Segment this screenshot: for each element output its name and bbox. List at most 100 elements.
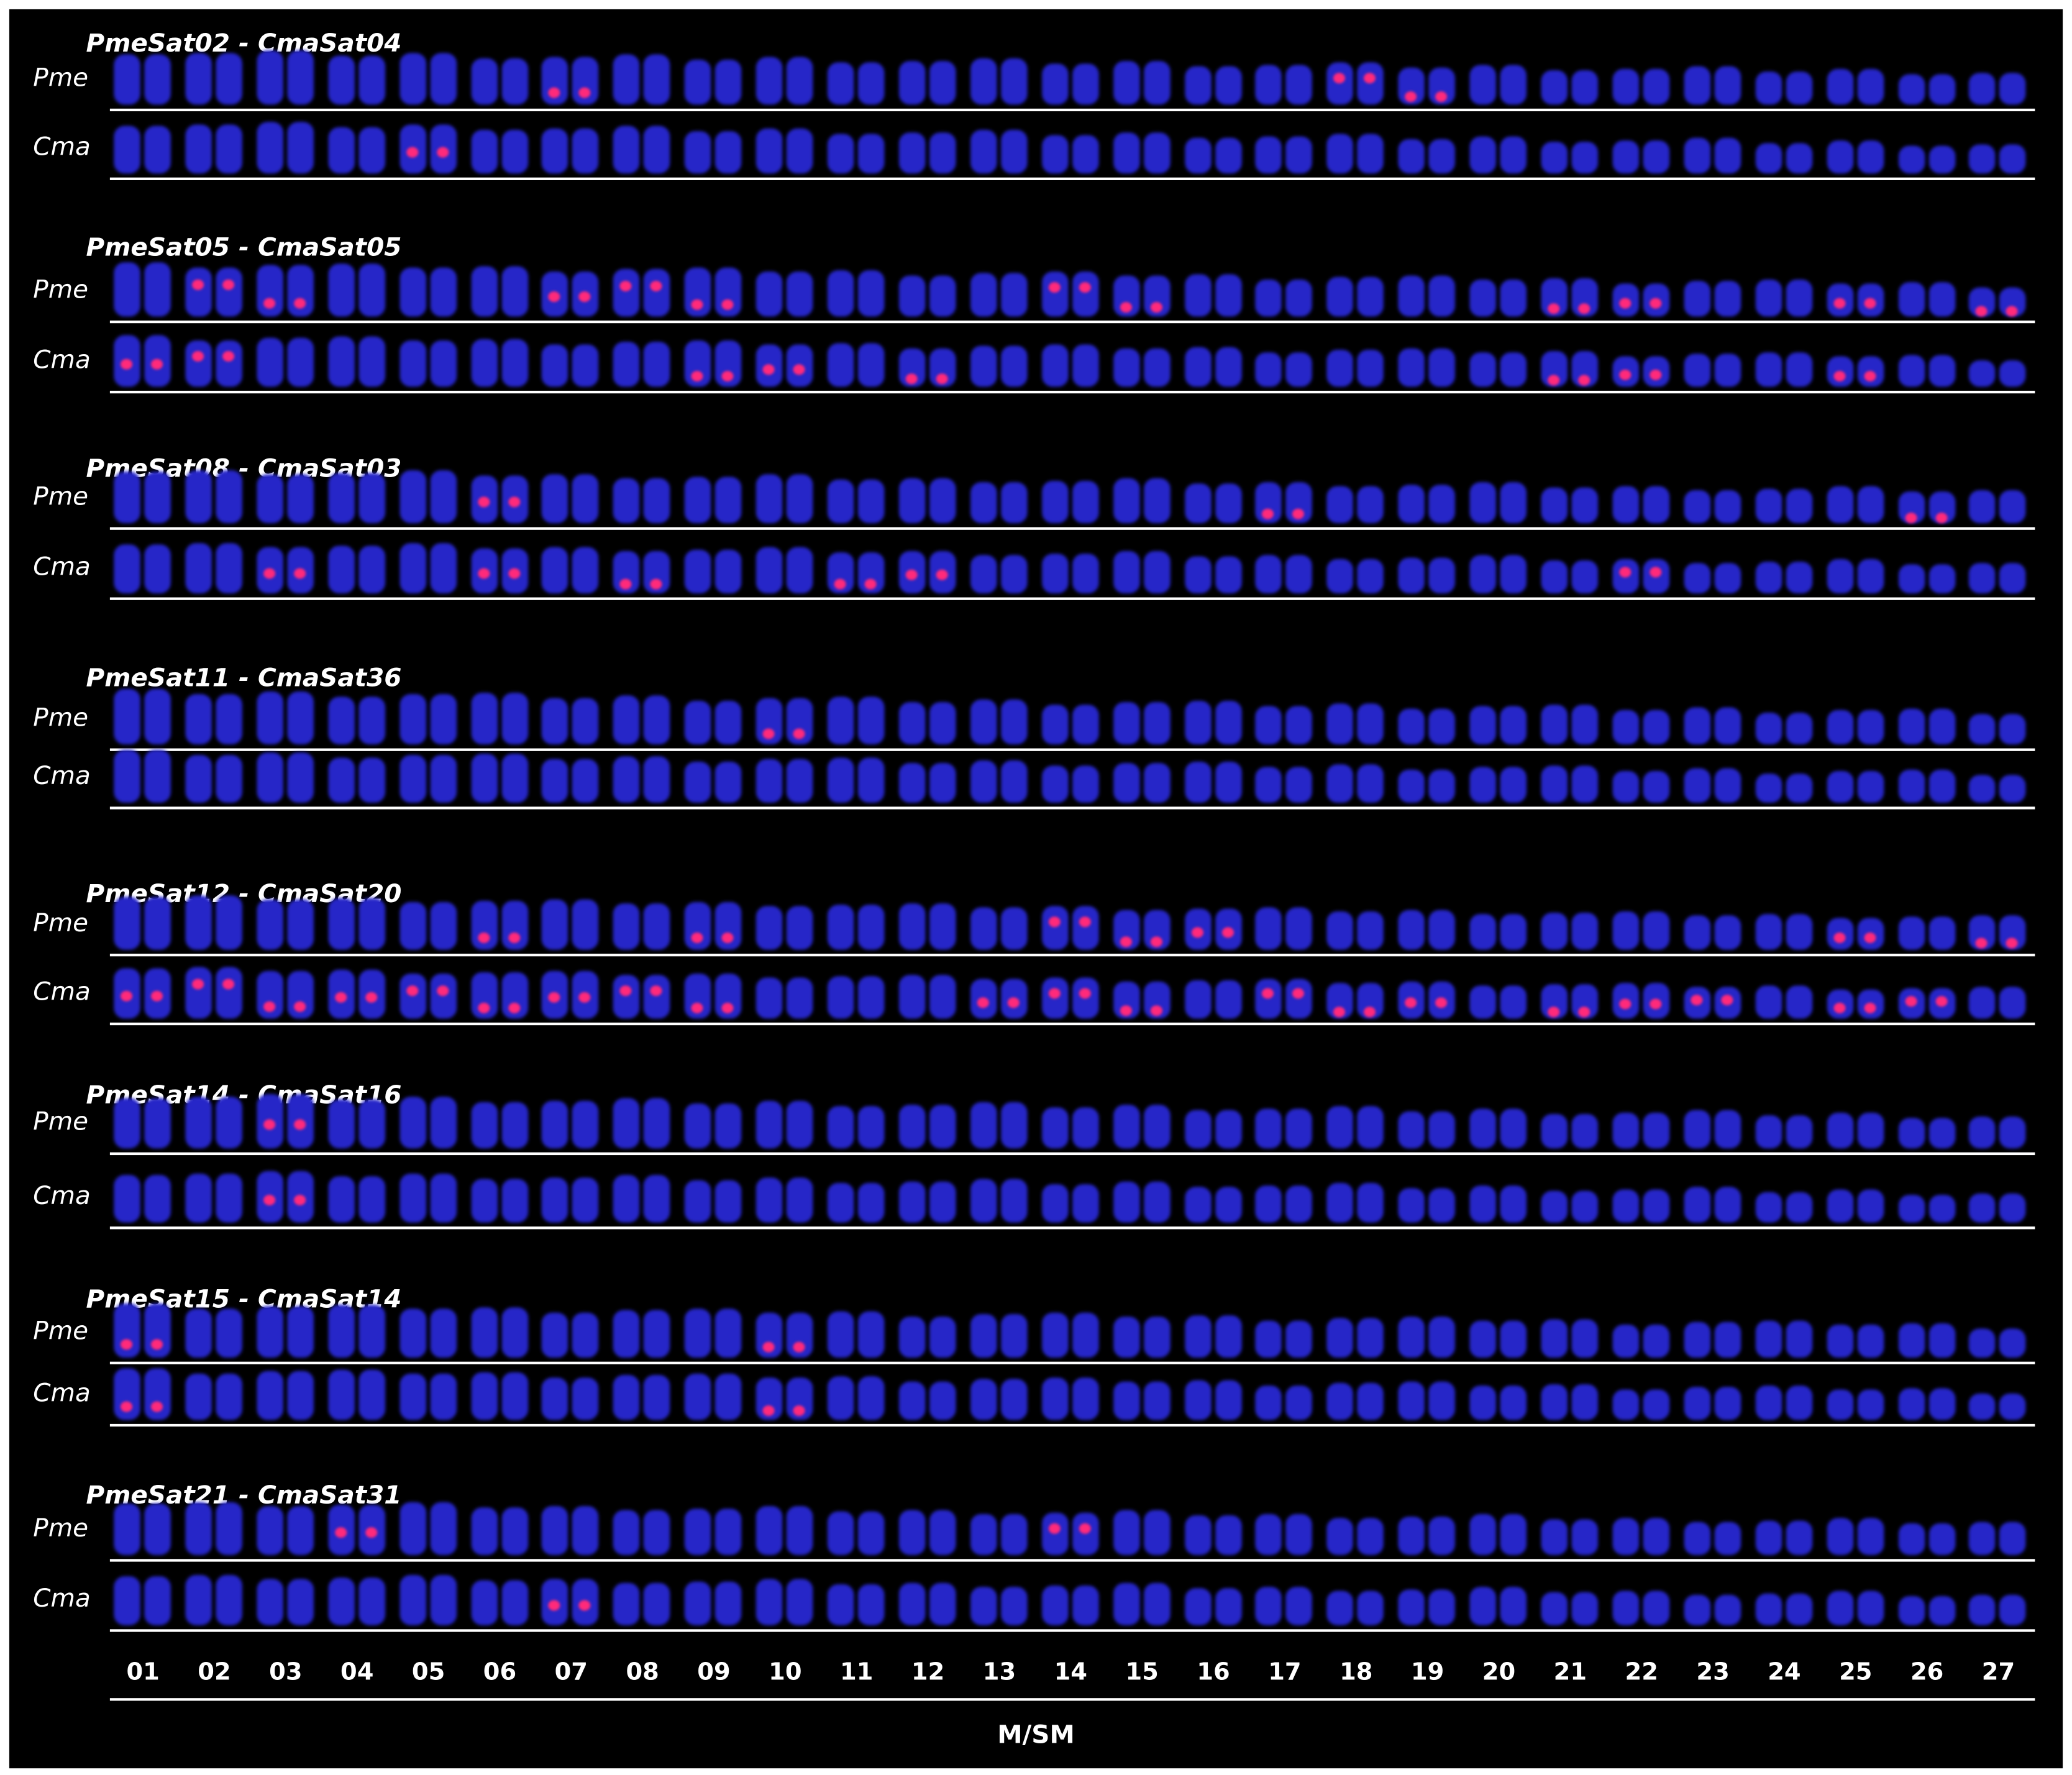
chromosome <box>1755 712 1782 745</box>
chromosome <box>1786 913 1812 950</box>
chromosome <box>1897 1596 1925 1625</box>
chromosome-number: 11 <box>840 1658 874 1687</box>
chromosome <box>1856 486 1884 524</box>
chromosome <box>429 543 457 594</box>
chromosome <box>1041 1184 1069 1223</box>
chromosome <box>1571 1592 1599 1625</box>
chromosome <box>715 761 742 803</box>
chromosome <box>1612 485 1639 524</box>
chromosome <box>470 58 498 105</box>
chromosome <box>1256 906 1282 950</box>
chromosome <box>358 263 385 317</box>
cma-baseline <box>109 1226 2035 1230</box>
chromosome <box>1286 135 1313 174</box>
chromosome <box>1928 1323 1955 1358</box>
chromosome <box>898 477 926 524</box>
chromosome <box>1143 61 1170 105</box>
chromosome <box>1357 911 1384 950</box>
cma-baseline <box>109 597 2035 600</box>
chromosome-number: 27 <box>1981 1658 2015 1687</box>
chromosome <box>1755 1520 1782 1555</box>
chromosome <box>216 1501 242 1555</box>
chromosome <box>1041 63 1069 105</box>
chromosome <box>1541 487 1568 524</box>
chromosome <box>327 55 355 105</box>
chromosome <box>929 1104 956 1149</box>
chromosome <box>1714 354 1741 387</box>
chromosome <box>1041 271 1069 317</box>
chromosome <box>542 1505 569 1555</box>
chromosome <box>1041 1312 1069 1358</box>
chromosome <box>429 1309 457 1358</box>
chromosome <box>327 263 355 317</box>
chromosome <box>327 127 355 174</box>
chromosome <box>1643 1112 1669 1149</box>
chromosome <box>1928 74 1955 105</box>
chromosome <box>144 897 171 950</box>
chromosome <box>1113 1583 1139 1625</box>
chromosome <box>644 342 670 387</box>
chromosome <box>144 262 171 317</box>
chromosome <box>898 701 926 745</box>
chromosome <box>1143 763 1170 803</box>
chromosome <box>1786 773 1812 803</box>
chromosome <box>216 966 242 1019</box>
chromosome <box>1786 279 1812 317</box>
chromosome <box>327 1577 355 1625</box>
chromosome <box>399 543 426 594</box>
chromosome <box>1969 489 1996 524</box>
pme-row-label: Pme <box>33 1316 89 1346</box>
chromosome <box>613 1583 640 1625</box>
cma-row-label: Cma <box>33 1379 91 1408</box>
chromosome <box>1357 1518 1384 1555</box>
chromosome <box>501 1507 528 1555</box>
fish-signal <box>263 1118 275 1129</box>
chromosome <box>572 473 600 524</box>
chromosome <box>756 547 783 594</box>
chromosome <box>327 472 355 524</box>
chromosome <box>1428 708 1456 745</box>
cma-baseline <box>109 177 2035 180</box>
cma-row-label: Cma <box>33 345 91 375</box>
chromosome <box>542 898 569 950</box>
chromosome <box>787 129 813 174</box>
chromosome <box>613 125 640 174</box>
chromosome <box>970 1102 997 1149</box>
chromosome <box>1684 563 1710 594</box>
chromosome <box>185 1096 212 1149</box>
chromosome <box>1000 1179 1028 1223</box>
chromosome <box>1571 1519 1599 1555</box>
chromosome <box>572 344 600 387</box>
chromosome <box>715 130 742 174</box>
chromosome <box>216 1096 242 1149</box>
chromosome <box>1786 142 1812 174</box>
chromosome <box>970 130 997 174</box>
chromosome <box>1286 766 1313 803</box>
chromosome <box>1215 1588 1241 1625</box>
fish-signal <box>1904 995 1917 1006</box>
fish-signal <box>1190 927 1203 938</box>
chromosome <box>1684 1187 1710 1223</box>
fish-signal <box>905 373 918 384</box>
chromosome <box>827 1584 854 1625</box>
chromosome <box>1143 1182 1170 1223</box>
chromosome <box>1357 134 1384 174</box>
fish-signal <box>293 568 306 579</box>
chromosome <box>1571 912 1599 950</box>
chromosome <box>1041 704 1069 745</box>
chromosome <box>756 129 783 174</box>
chromosome <box>685 1508 711 1555</box>
chromosome <box>144 471 171 524</box>
chromosome <box>1500 137 1527 174</box>
chromosome <box>429 1374 457 1420</box>
chromosome-number: 10 <box>769 1658 802 1687</box>
chromosome <box>857 134 885 174</box>
chromosome <box>399 1575 426 1625</box>
chromosome <box>1398 1381 1425 1420</box>
chromosome <box>1755 1115 1782 1149</box>
fish-signal <box>120 358 133 369</box>
chromosome <box>1143 349 1170 387</box>
chromosome <box>1072 1312 1099 1358</box>
chromosome <box>1969 1392 1996 1420</box>
chromosome <box>1826 1190 1853 1223</box>
